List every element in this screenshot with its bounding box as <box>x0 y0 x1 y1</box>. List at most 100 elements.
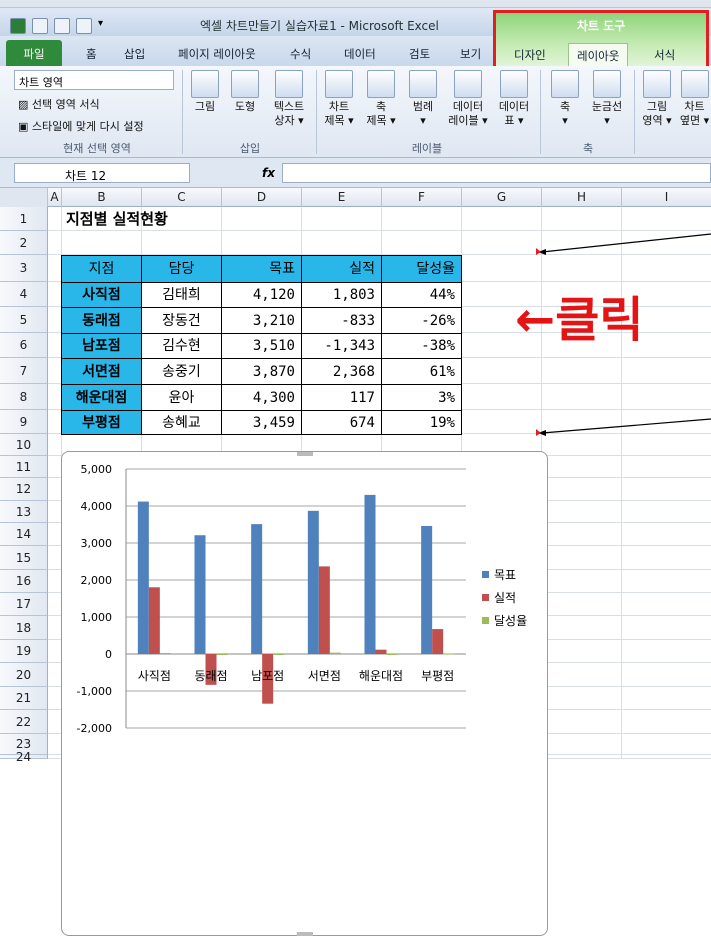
value-cell[interactable]: 3,870 <box>221 358 302 385</box>
tab-review[interactable]: 검토 <box>403 41 436 65</box>
picture-button[interactable]: 그림 <box>188 70 222 114</box>
column-header-g[interactable]: G <box>462 188 542 207</box>
row-header[interactable]: 20 <box>0 663 48 687</box>
tab-data[interactable]: 데이터 <box>338 41 382 65</box>
worksheet-grid[interactable]: A B C D E F G H I 1 2 3 4 5 6 7 8 9 10 11 12 13 14 15 1… <box>0 188 711 936</box>
value-cell[interactable]: 3,459 <box>221 410 302 435</box>
value-cell[interactable]: -833 <box>301 307 382 334</box>
column-header-c[interactable]: C <box>142 188 222 207</box>
value-cell[interactable]: -1,343 <box>301 333 382 359</box>
value-cell[interactable]: -26% <box>381 307 462 334</box>
row-header[interactable]: 8 <box>0 384 48 410</box>
tab-design[interactable]: 디자인 <box>514 43 546 67</box>
chart-elements-dropdown[interactable]: 차트 영역 <box>14 70 174 90</box>
row-header[interactable]: 11 <box>0 456 48 478</box>
tab-formulas[interactable]: 수식 <box>284 41 317 65</box>
column-header-f[interactable]: F <box>382 188 462 207</box>
data-table-button[interactable]: 데이터 표 ▾ <box>494 70 534 128</box>
value-cell[interactable]: 19% <box>381 410 462 435</box>
value-cell[interactable]: 2,368 <box>301 358 382 385</box>
row-header[interactable]: 15 <box>0 546 48 570</box>
insert-function-icon[interactable]: fx <box>262 166 275 180</box>
redo-icon[interactable] <box>76 18 92 34</box>
data-labels-button[interactable]: 데이터 레이블 ▾ <box>446 70 490 128</box>
textbox-button[interactable]: 텍스트 상자 ▾ <box>266 70 312 128</box>
shapes-button[interactable]: 도형 <box>228 70 262 114</box>
gridlines-button[interactable]: 눈금선 ▾ <box>586 70 628 128</box>
table-header-cell[interactable]: 달성율 <box>381 255 462 283</box>
manager-cell[interactable]: 윤아 <box>141 384 222 411</box>
row-header[interactable]: 24 <box>0 751 48 763</box>
value-cell[interactable]: 3,210 <box>221 307 302 334</box>
row-header[interactable]: 4 <box>0 282 48 307</box>
value-cell[interactable]: 44% <box>381 282 462 308</box>
column-header-h[interactable]: H <box>542 188 622 207</box>
value-cell[interactable]: 3,510 <box>221 333 302 359</box>
branch-cell[interactable]: 사직점 <box>61 282 142 308</box>
tab-file[interactable]: 파일 <box>6 40 62 66</box>
row-header[interactable]: 10 <box>0 434 48 456</box>
branch-cell[interactable]: 해운대점 <box>61 384 142 411</box>
tab-layout[interactable]: 레이아웃 <box>568 43 629 67</box>
manager-cell[interactable]: 송혜교 <box>141 410 222 435</box>
column-header-e[interactable]: E <box>302 188 382 207</box>
tab-page-layout[interactable]: 페이지 레이아웃 <box>172 41 262 65</box>
format-selection-button[interactable]: ▨ 선택 영역 서식 <box>18 96 100 112</box>
axis-titles-button[interactable]: 축 제목 ▾ <box>362 70 400 128</box>
value-cell[interactable]: 1,803 <box>301 282 382 308</box>
branch-cell[interactable]: 부평점 <box>61 410 142 435</box>
branch-cell[interactable]: 서면점 <box>61 358 142 385</box>
value-cell[interactable]: 3% <box>381 384 462 411</box>
manager-cell[interactable]: 장동건 <box>141 307 222 334</box>
manager-cell[interactable]: 김태희 <box>141 282 222 308</box>
value-cell[interactable]: 61% <box>381 358 462 385</box>
row-header[interactable]: 22 <box>0 710 48 734</box>
chart-title-button[interactable]: 차트 제목 ▾ <box>320 70 358 128</box>
row-header[interactable]: 1 <box>0 207 48 231</box>
table-header-cell[interactable]: 목표 <box>221 255 302 283</box>
row-header[interactable]: 18 <box>0 616 48 640</box>
row-header[interactable]: 14 <box>0 523 48 546</box>
tab-insert[interactable]: 삽입 <box>118 41 151 65</box>
legend-button[interactable]: 범례 ▾ <box>404 70 442 128</box>
row-header[interactable]: 12 <box>0 478 48 501</box>
tab-format[interactable]: 서식 <box>654 43 675 67</box>
select-all-corner[interactable] <box>0 188 48 207</box>
plot-area-button[interactable]: 그림 영역 ▾ <box>638 70 676 128</box>
name-box[interactable]: 차트 12 <box>14 163 190 183</box>
row-header[interactable]: 13 <box>0 501 48 523</box>
row-header[interactable]: 9 <box>0 410 48 434</box>
formula-input[interactable] <box>282 163 711 183</box>
chart-wall-button[interactable]: 차트 옆면 ▾ <box>678 70 711 128</box>
table-header-cell[interactable]: 실적 <box>301 255 382 283</box>
row-header[interactable]: 2 <box>0 231 48 255</box>
table-header-cell[interactable]: 지점 <box>61 255 142 283</box>
row-header[interactable]: 17 <box>0 593 48 616</box>
row-header[interactable]: 3 <box>0 255 48 282</box>
branch-cell[interactable]: 동래점 <box>61 307 142 334</box>
value-cell[interactable]: 4,300 <box>221 384 302 411</box>
value-cell[interactable]: 4,120 <box>221 282 302 308</box>
value-cell[interactable]: 674 <box>301 410 382 435</box>
tab-home[interactable]: 홈 <box>80 41 103 65</box>
row-header[interactable]: 5 <box>0 307 48 333</box>
excel-icon[interactable] <box>10 18 26 34</box>
tab-view[interactable]: 보기 <box>454 41 487 65</box>
column-header-a[interactable]: A <box>48 188 62 207</box>
undo-icon[interactable] <box>54 18 70 34</box>
row-header[interactable]: 6 <box>0 333 48 358</box>
table-header-cell[interactable]: 담당 <box>141 255 222 283</box>
column-header-i[interactable]: I <box>622 188 711 207</box>
chart-area[interactable]: 5,000 4,000 3,000 2,000 1,000 0 -1,000 -2,000 사직… <box>61 451 548 936</box>
row-header[interactable]: 16 <box>0 570 48 593</box>
manager-cell[interactable]: 송중기 <box>141 358 222 385</box>
axes-button[interactable]: 축 ▾ <box>548 70 582 128</box>
reset-style-button[interactable]: ▣ 스타일에 맞게 다시 설정 <box>18 118 144 134</box>
customize-quick-access-icon[interactable]: ▾ <box>98 18 108 34</box>
sheet-title[interactable]: 지점별 실적현황 <box>66 207 168 231</box>
column-header-d[interactable]: D <box>222 188 302 207</box>
row-header[interactable]: 19 <box>0 640 48 663</box>
manager-cell[interactable]: 김수현 <box>141 333 222 359</box>
save-icon[interactable] <box>32 18 48 34</box>
column-chart[interactable]: 5,000 4,000 3,000 2,000 1,000 0 -1,000 -2,000 사직… <box>62 452 549 937</box>
